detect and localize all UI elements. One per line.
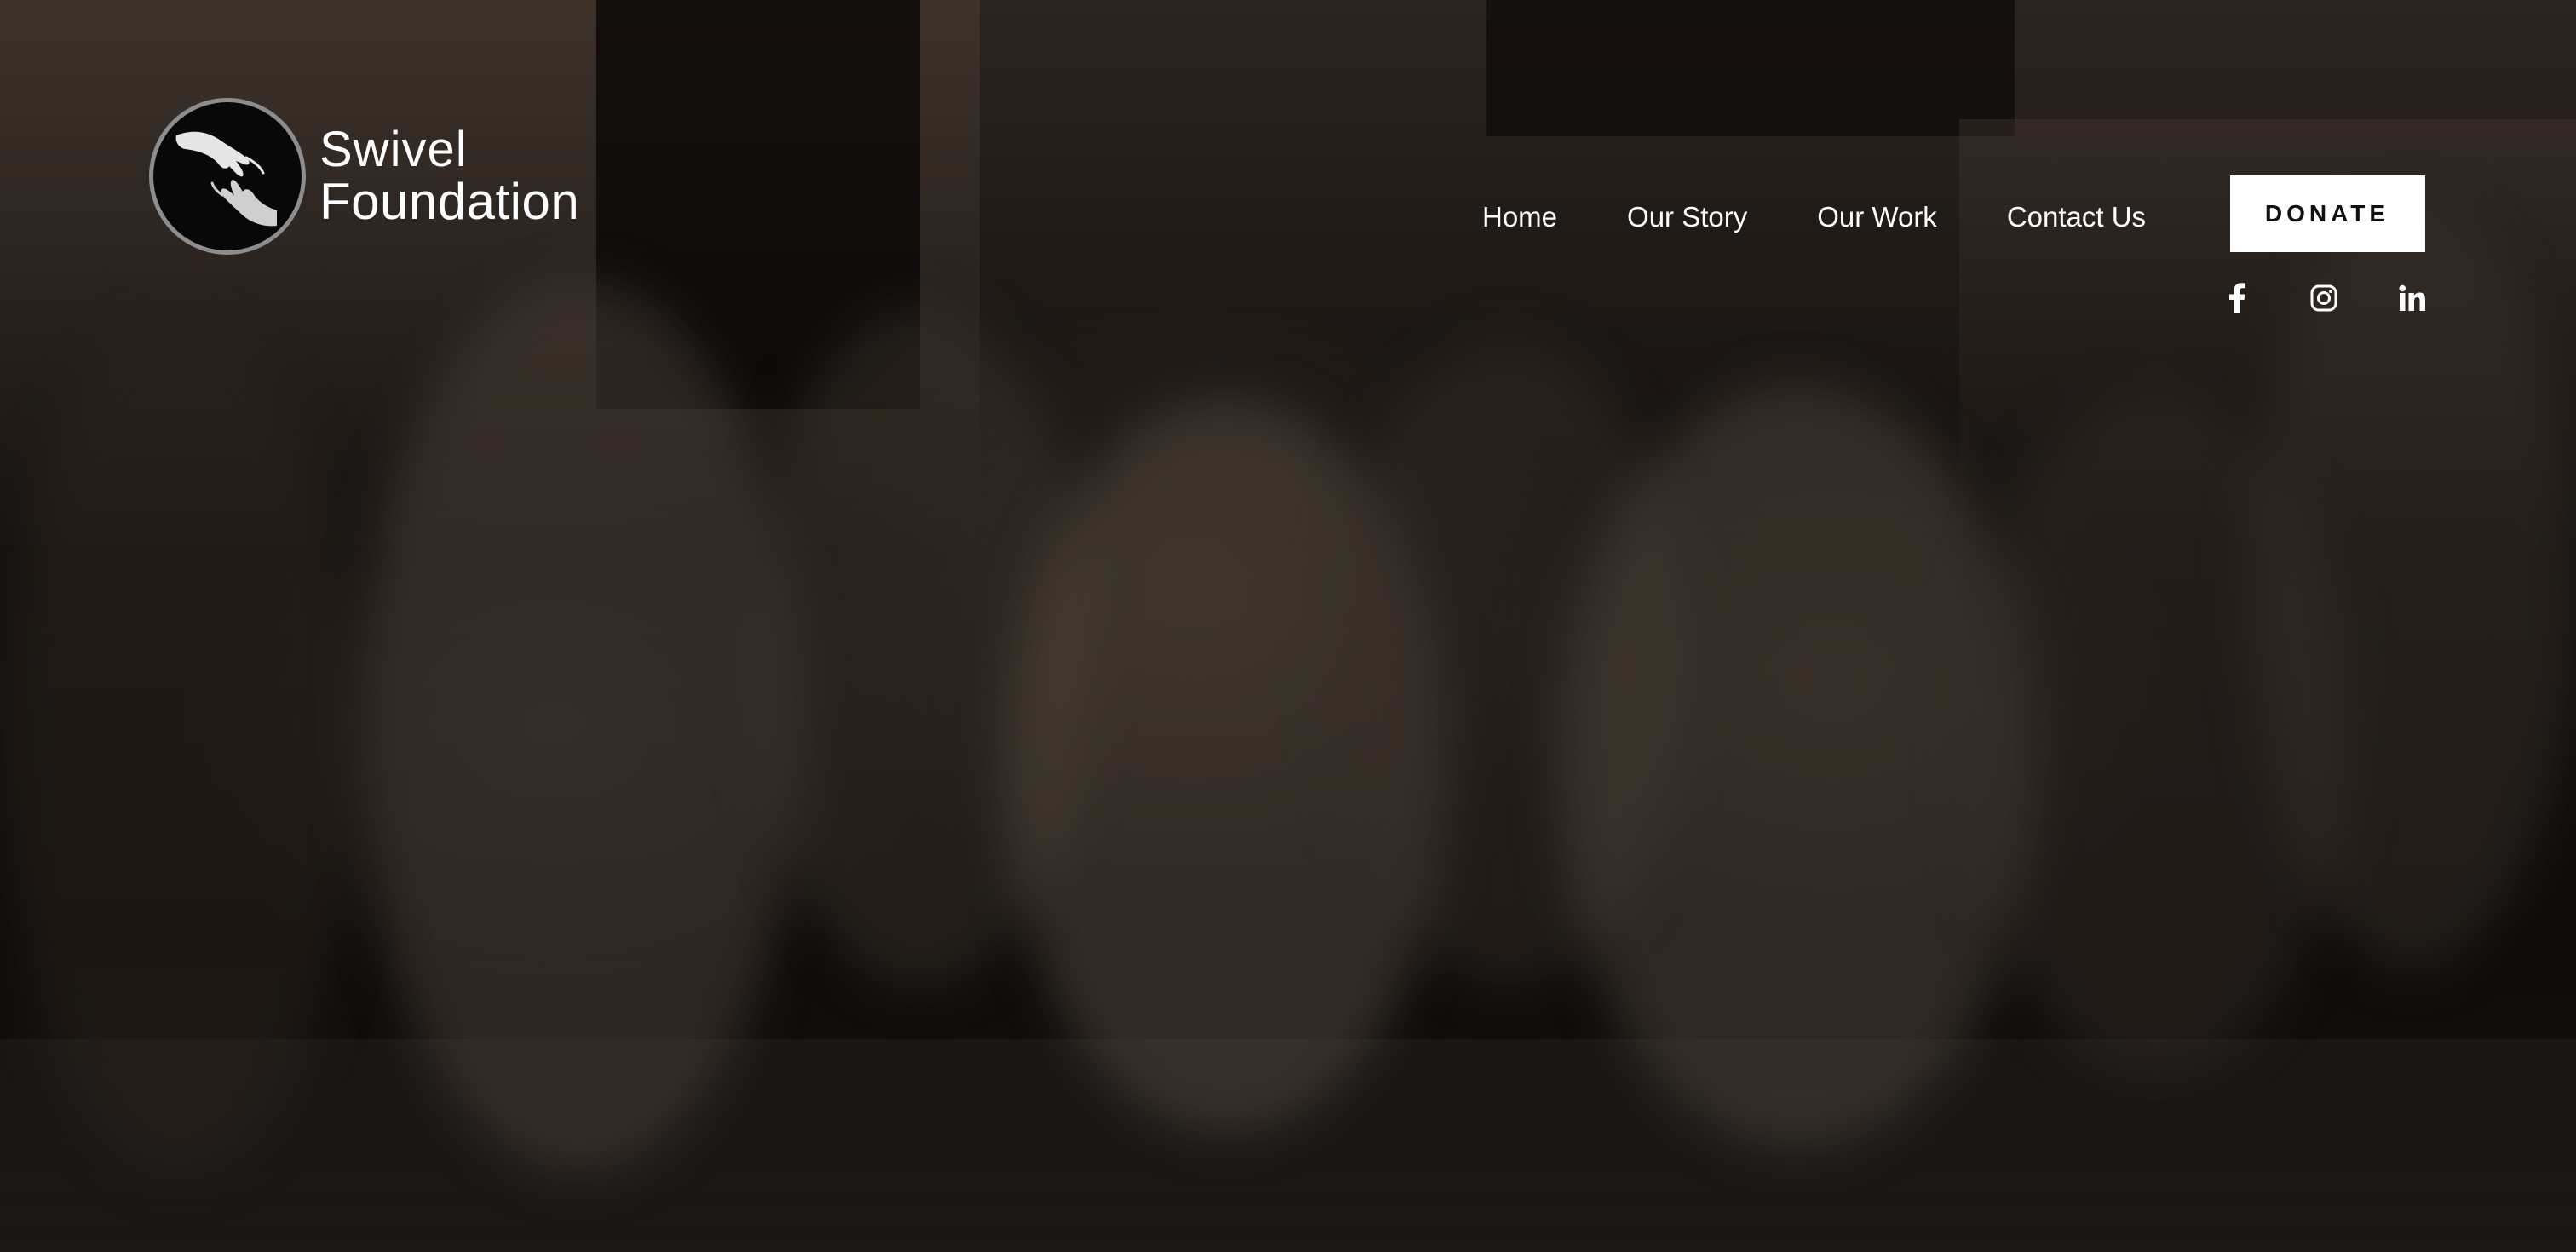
facebook-icon-graphic [2229, 283, 2245, 313]
brand-name-line2: Foundation [319, 173, 580, 230]
brand-name: Swivel Foundation [319, 125, 579, 227]
hero-section: Swivel Foundation Home Our Story Our Wor… [0, 0, 2576, 1252]
reaching-hands-icon-graphic [175, 131, 277, 227]
brand-name-line1: Swivel [319, 122, 468, 177]
linkedin-icon[interactable] [2395, 281, 2429, 315]
reaching-hands-icon [149, 98, 306, 255]
nav-item-our-work[interactable]: Our Work [1817, 201, 1937, 233]
facebook-icon[interactable] [2220, 281, 2254, 315]
linkedin-icon-graphic [2399, 284, 2425, 311]
instagram-icon-graphic [2310, 284, 2337, 312]
nav-item-our-story[interactable]: Our Story [1627, 201, 1747, 233]
nav-item-contact-us[interactable]: Contact Us [2007, 201, 2146, 233]
main-nav: Home Our Story Our Work Contact Us [1482, 201, 2146, 233]
donate-button[interactable]: DONATE [2230, 175, 2425, 252]
nav-item-home[interactable]: Home [1482, 201, 1557, 233]
instagram-icon[interactable] [2307, 281, 2341, 315]
brand-logo[interactable]: Swivel Foundation [149, 95, 579, 257]
